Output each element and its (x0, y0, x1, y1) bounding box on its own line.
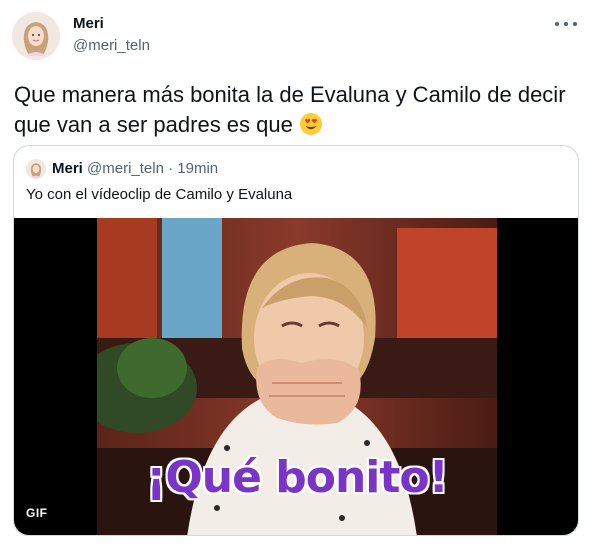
quoted-author-name[interactable]: Meri (52, 160, 83, 177)
heart-eyes-emoji-icon (299, 113, 322, 135)
gif-image: ¡Qué bonito! (97, 218, 497, 535)
author-handle[interactable]: @meri_teln (73, 37, 150, 54)
dot (555, 22, 559, 26)
quoted-tweet-header: Meri @meri_teln · 19min (52, 160, 218, 177)
quoted-timestamp[interactable]: 19min (177, 160, 218, 177)
quoted-author-avatar[interactable] (26, 159, 46, 179)
quoted-author-handle[interactable]: @meri_teln (87, 160, 164, 177)
avatar-illustration (12, 12, 60, 60)
author-avatar[interactable] (12, 12, 60, 60)
dot (573, 22, 577, 26)
separator: · (168, 160, 174, 177)
avatar-illustration (26, 159, 46, 179)
quoted-tweet-text: Yo con el vídeoclip de Camilo y Evaluna (26, 186, 293, 203)
tweet-text: Que manera más bonita la de Evaluna y Ca… (14, 80, 574, 140)
tweet-body: Que manera más bonita la de Evaluna y Ca… (14, 82, 566, 137)
more-options-icon[interactable] (555, 18, 577, 30)
dot (564, 22, 568, 26)
gif-caption: ¡Qué bonito! (146, 452, 448, 503)
gif-badge: GIF (26, 506, 48, 520)
quoted-tweet[interactable]: Meri @meri_teln · 19min Yo con el vídeoc… (13, 145, 579, 536)
gif-media[interactable]: ¡Qué bonito! GIF (14, 218, 578, 535)
author-name[interactable]: Meri (73, 15, 104, 32)
